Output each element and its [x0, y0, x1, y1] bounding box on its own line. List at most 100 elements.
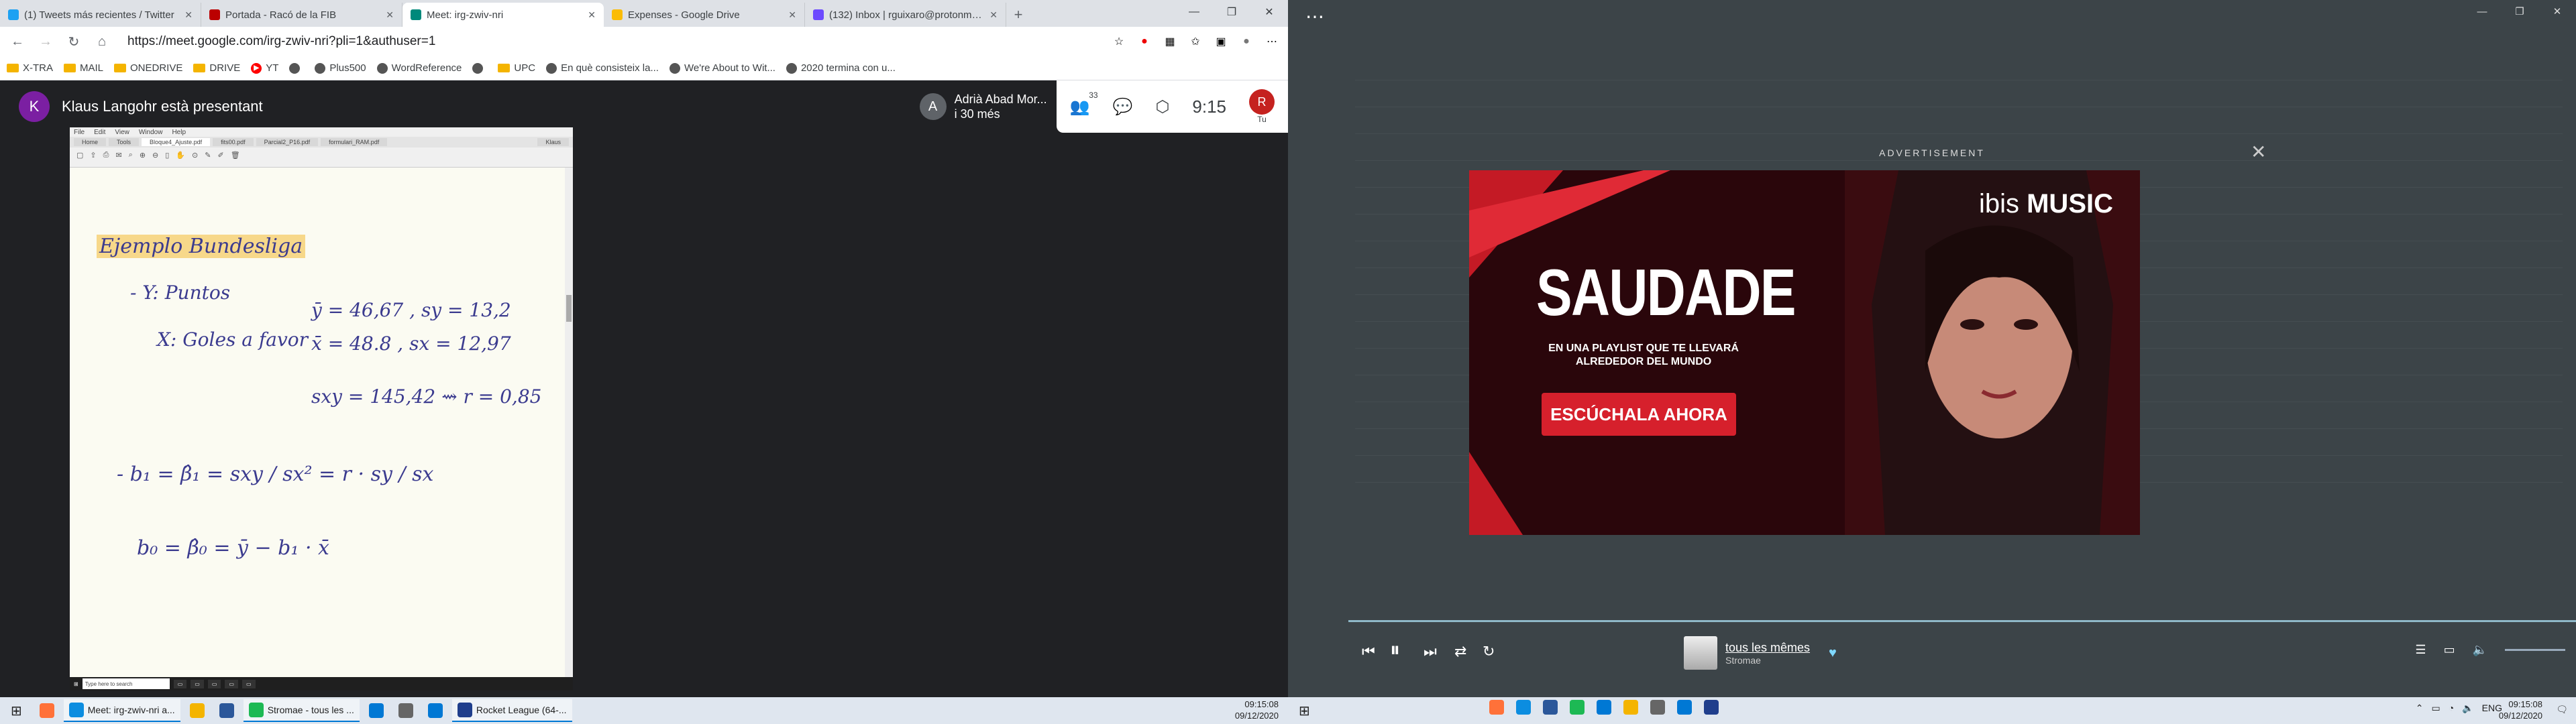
pdf-tab[interactable]: Bloque4_Ajuste.pdf: [142, 138, 211, 146]
hand-icon[interactable]: ✋: [176, 151, 185, 160]
bookmark-item[interactable]: WordReference: [376, 62, 462, 74]
start-button[interactable]: ⊞: [1293, 699, 1316, 722]
comment-icon[interactable]: ✐: [217, 151, 223, 160]
advertisement-banner[interactable]: ibis MUSIC SAUDADE EN UNA PLAYLIST QUE T…: [1469, 170, 2140, 535]
bookmark-item[interactable]: X-TRA: [7, 62, 53, 74]
close-tab-icon[interactable]: ✕: [788, 9, 796, 21]
close-tab-icon[interactable]: ✕: [184, 9, 193, 21]
devices-icon[interactable]: ▭: [2444, 643, 2455, 657]
chat-icon[interactable]: 💬: [1113, 97, 1133, 117]
rocket-league-icon[interactable]: [1704, 700, 1719, 715]
profile-icon[interactable]: ●: [1238, 34, 1254, 50]
opera-icon[interactable]: ●: [1136, 34, 1152, 50]
close-tab-icon[interactable]: ✕: [588, 9, 596, 21]
volume-slider[interactable]: [2505, 649, 2565, 651]
page-up-icon[interactable]: ⊕: [140, 151, 146, 160]
trash-icon[interactable]: 🗑: [231, 151, 240, 160]
url-input[interactable]: https://meet.google.com/irg-zwiv-nri?pli…: [121, 31, 1102, 52]
bookmark-item[interactable]: ▶ YT: [251, 62, 278, 74]
pause-icon[interactable]: ⏸: [1390, 639, 1400, 662]
taskbar-item[interactable]: Meet: irg-zwiv-nri a...: [63, 699, 180, 722]
taskbar-item[interactable]: [184, 699, 210, 722]
spotify-icon[interactable]: [1570, 700, 1585, 715]
taskbar-item[interactable]: [364, 699, 389, 722]
wifi-icon[interactable]: ◔: [2449, 703, 2454, 714]
pdf-home-tab[interactable]: Home: [74, 138, 107, 146]
bookmark-item[interactable]: ONEDRIVE: [114, 62, 182, 74]
browser-tab[interactable]: Meet: irg-zwiv-nri ✕: [402, 3, 604, 27]
close-tab-icon[interactable]: ✕: [989, 9, 998, 21]
more-menu-icon[interactable]: ⋯: [1264, 34, 1280, 50]
heart-icon[interactable]: ♥: [1829, 646, 1837, 661]
self-user[interactable]: R Tu: [1249, 89, 1275, 124]
mail-icon[interactable]: ✉: [115, 151, 121, 160]
presenter-task[interactable]: ▭: [191, 679, 204, 688]
notification-icon[interactable]: 🗨: [2556, 704, 2568, 715]
browser-tab[interactable]: (132) Inbox | rguixaro@protonmail.com ✕: [805, 3, 1006, 27]
bookmark-item[interactable]: [289, 62, 304, 74]
close-window-button[interactable]: ✕: [1250, 0, 1288, 24]
reload-icon[interactable]: ↻: [64, 34, 83, 50]
start-icon[interactable]: ⊞: [74, 681, 78, 687]
bookmark-item[interactable]: En què consisteix la...: [546, 62, 659, 74]
collections-icon[interactable]: ▣: [1213, 34, 1229, 50]
save-icon[interactable]: ▢: [76, 151, 83, 160]
taskbar-item[interactable]: Stromae - tous les ...: [243, 699, 360, 722]
bookmark-item[interactable]: Plus500: [315, 62, 366, 74]
print-icon[interactable]: ⎙: [103, 151, 109, 160]
vscode-icon[interactable]: [1677, 700, 1692, 715]
bookmark-item[interactable]: MAIL: [64, 62, 103, 74]
select-icon[interactable]: ▯: [165, 151, 169, 160]
progress-bar[interactable]: [1348, 620, 2576, 622]
extension-icon[interactable]: ▦: [1162, 34, 1178, 50]
bookmark-item[interactable]: UPC: [498, 62, 535, 74]
spotify-menu-icon[interactable]: ⋯: [1305, 5, 1326, 27]
browser-tab[interactable]: (1) Tweets más recientes / Twitter ✕: [0, 3, 201, 27]
next-icon[interactable]: ⏭: [1424, 643, 1437, 660]
bookmark-item[interactable]: We're About to Wit...: [669, 62, 775, 74]
word-icon[interactable]: [1543, 700, 1558, 715]
new-tab-button[interactable]: +: [1006, 3, 1030, 27]
back-arrow-icon[interactable]: ←: [8, 34, 27, 50]
ad-close-icon[interactable]: ✕: [2251, 141, 2266, 163]
presenter-task[interactable]: ▭: [207, 679, 221, 688]
gear-icon[interactable]: [1650, 700, 1665, 715]
taskbar-item[interactable]: [423, 699, 448, 722]
minimize-button[interactable]: —: [1175, 0, 1213, 24]
search-icon[interactable]: ⌕: [129, 151, 133, 160]
artist-name[interactable]: Stromae: [1725, 655, 1810, 666]
network-icon[interactable]: ▭: [2432, 703, 2440, 714]
upload-icon[interactable]: ⇪: [90, 151, 96, 160]
ad-listen-button[interactable]: ESCÚCHALA AHORA: [1542, 393, 1736, 436]
forward-arrow-icon[interactable]: →: [36, 34, 55, 50]
folder-icon[interactable]: [1623, 700, 1638, 715]
page-down-icon[interactable]: ⊖: [152, 151, 158, 160]
activities-icon[interactable]: ⬡: [1155, 97, 1169, 117]
pdf-tab[interactable]: formulari_RAM.pdf: [321, 138, 388, 146]
pen-icon[interactable]: ✎: [205, 151, 211, 160]
zoom-icon[interactable]: ⊙: [192, 151, 198, 160]
pdf-scrollbar[interactable]: [565, 168, 573, 677]
pdf-tab[interactable]: Parcial2_P16.pdf: [256, 138, 319, 146]
app-icon[interactable]: [1597, 700, 1611, 715]
close-window-button[interactable]: ✕: [2538, 0, 2576, 23]
star-icon[interactable]: ☆: [1111, 34, 1127, 50]
queue-icon[interactable]: ☰: [2415, 643, 2426, 657]
edge-icon[interactable]: [1516, 700, 1531, 715]
track-name[interactable]: tous les mêmes: [1725, 641, 1810, 655]
presenter-search[interactable]: Type here to search: [82, 678, 170, 689]
browser-tab[interactable]: Portada - Racó de la FIB ✕: [201, 3, 402, 27]
presenter-task[interactable]: ▭: [173, 679, 187, 688]
favorites-icon[interactable]: ✩: [1187, 34, 1203, 50]
user-avatar[interactable]: R: [1249, 89, 1275, 115]
chevron-up-icon[interactable]: ⌃: [2416, 703, 2424, 714]
album-cover[interactable]: [1684, 636, 1717, 670]
home-icon[interactable]: ⌂: [93, 34, 111, 50]
start-button[interactable]: ⊞: [5, 699, 28, 722]
volume-icon[interactable]: 🔈: [2473, 643, 2487, 657]
shuffle-icon[interactable]: ⇄: [1454, 643, 1466, 660]
participants-icon[interactable]: 👥 33: [1070, 90, 1098, 117]
previous-icon[interactable]: ⏮: [1362, 643, 1375, 660]
bookmark-item[interactable]: DRIVE: [193, 62, 240, 74]
speaker-icon[interactable]: 🔈: [2462, 703, 2473, 714]
